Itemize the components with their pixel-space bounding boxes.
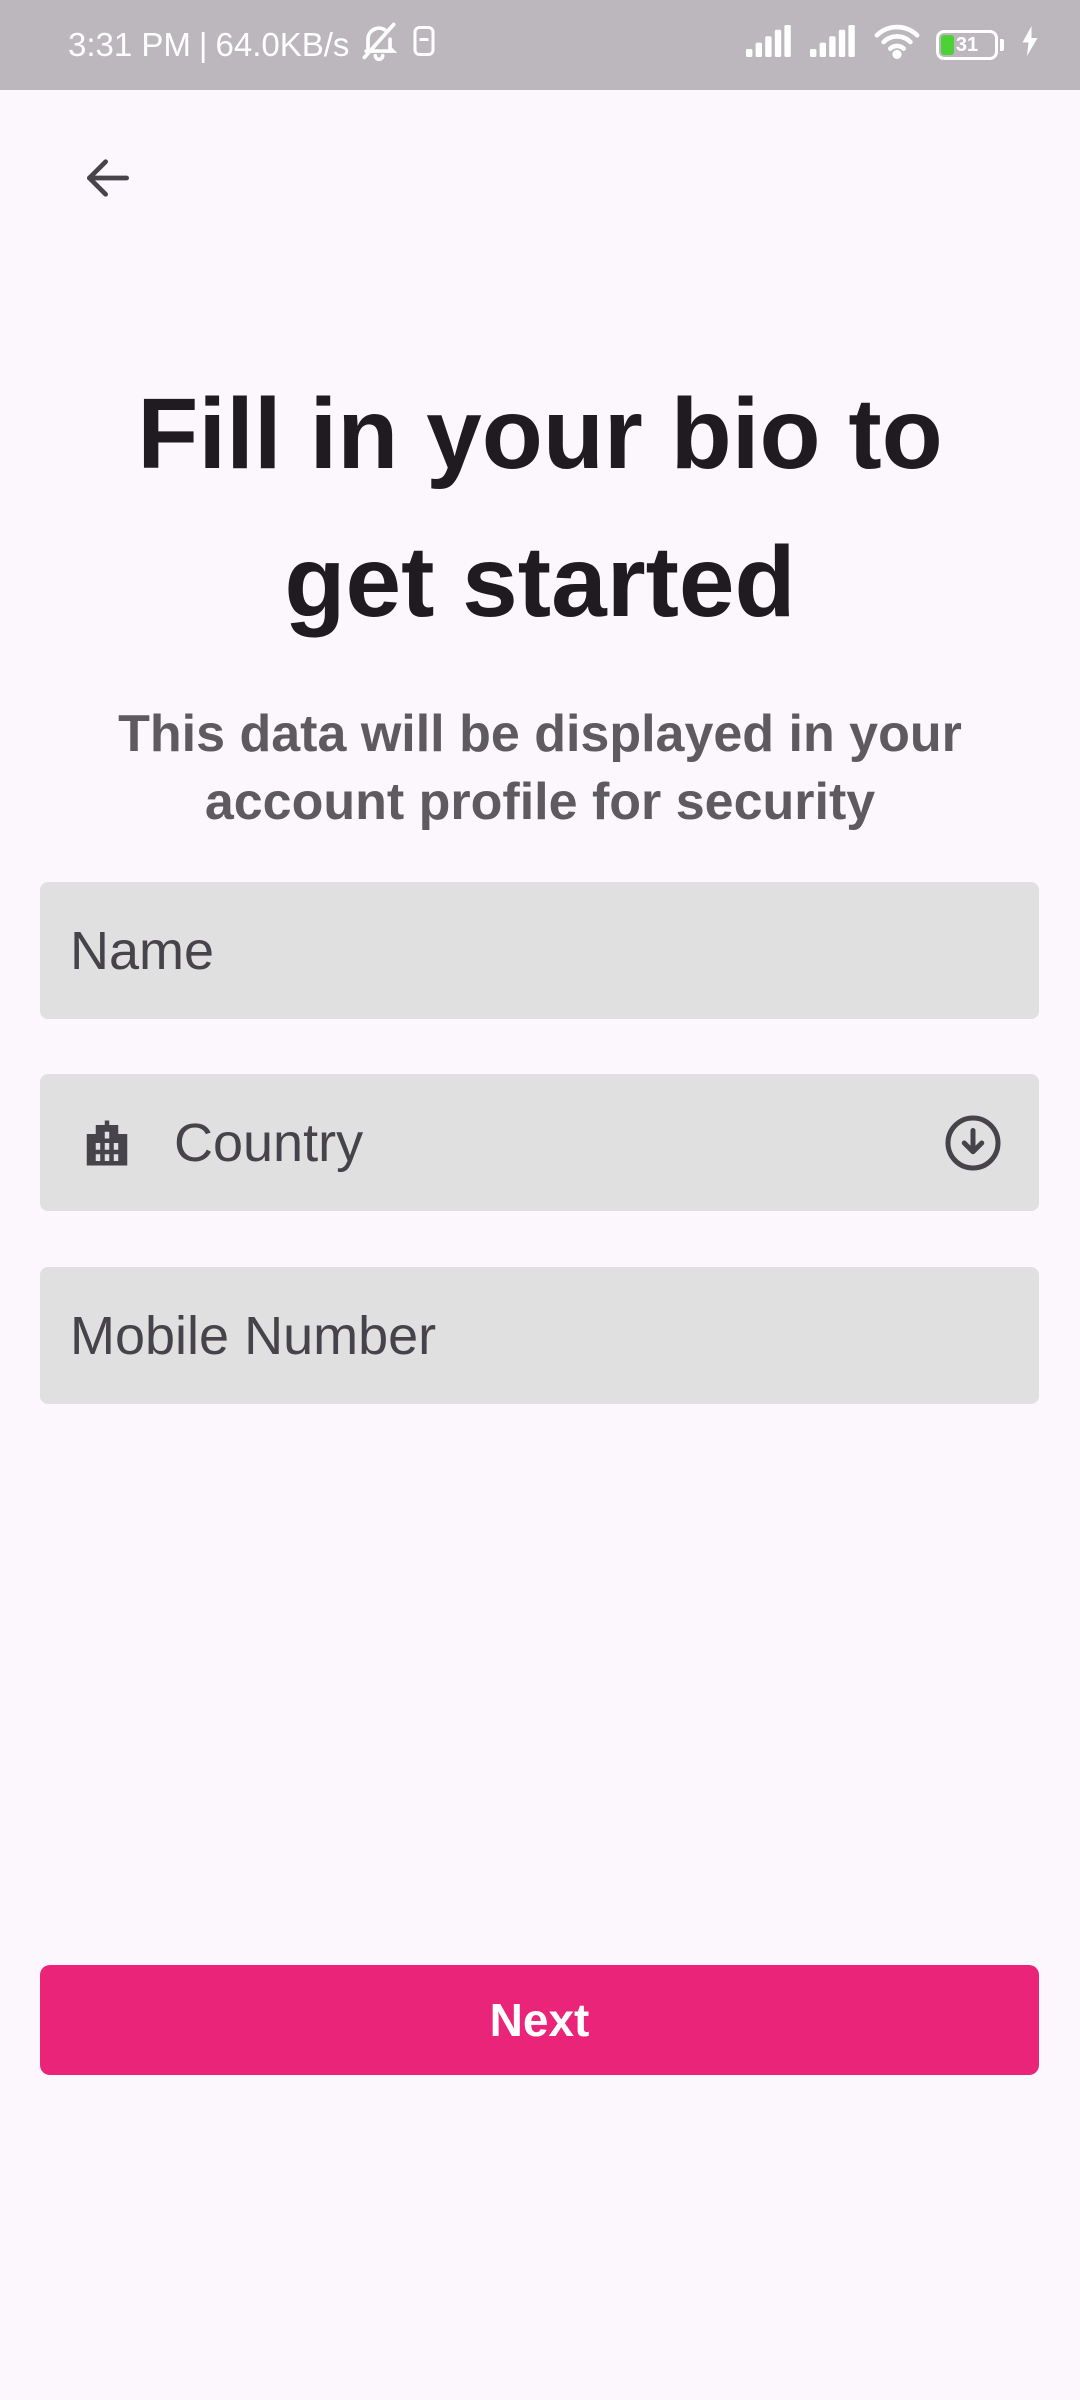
circle-arrow-down-icon[interactable] [943,1113,1003,1173]
page-title: Fill in your bio to get started [0,360,1080,656]
status-bar: 3:31 PM | 64.0KB/s 31 [0,0,1080,90]
country-label: Country [174,1112,364,1173]
mobile-number-input[interactable] [40,1267,1039,1404]
next-button[interactable]: Next [40,1965,1039,2075]
battery-percent: 31 [955,33,979,56]
title-line-2: get started [284,526,796,638]
country-select[interactable]: Country [40,1074,1039,1211]
page-subtitle: This data will be displayed in your acco… [100,700,980,836]
battery-level [941,35,955,55]
status-right: 31 [746,0,1040,90]
signal-icon [746,25,794,65]
status-left: 3:31 PM | 64.0KB/s [68,0,439,90]
subtitle-line-1: This data will be displayed in your [118,705,962,763]
subtitle-line-2: account profile for security [204,773,876,831]
title-line-1: Fill in your bio to [137,378,943,490]
back-button[interactable] [68,140,148,220]
mobile-field-container [40,1267,1039,1404]
network-speed: 64.0KB/s [215,26,350,63]
status-time: 3:31 PM [68,26,191,63]
sim-icon [409,23,439,67]
status-separator: | [198,26,208,63]
wifi-icon [874,23,920,67]
name-input[interactable] [40,882,1039,1019]
arrow-left-icon [80,150,136,211]
name-field-container [40,882,1039,1019]
building-icon [80,1116,134,1170]
charging-icon [1020,26,1040,64]
mute-bell-icon [357,19,401,71]
signal-icon [810,25,858,65]
battery-tip [1000,39,1004,51]
battery-icon: 31 [936,30,998,60]
